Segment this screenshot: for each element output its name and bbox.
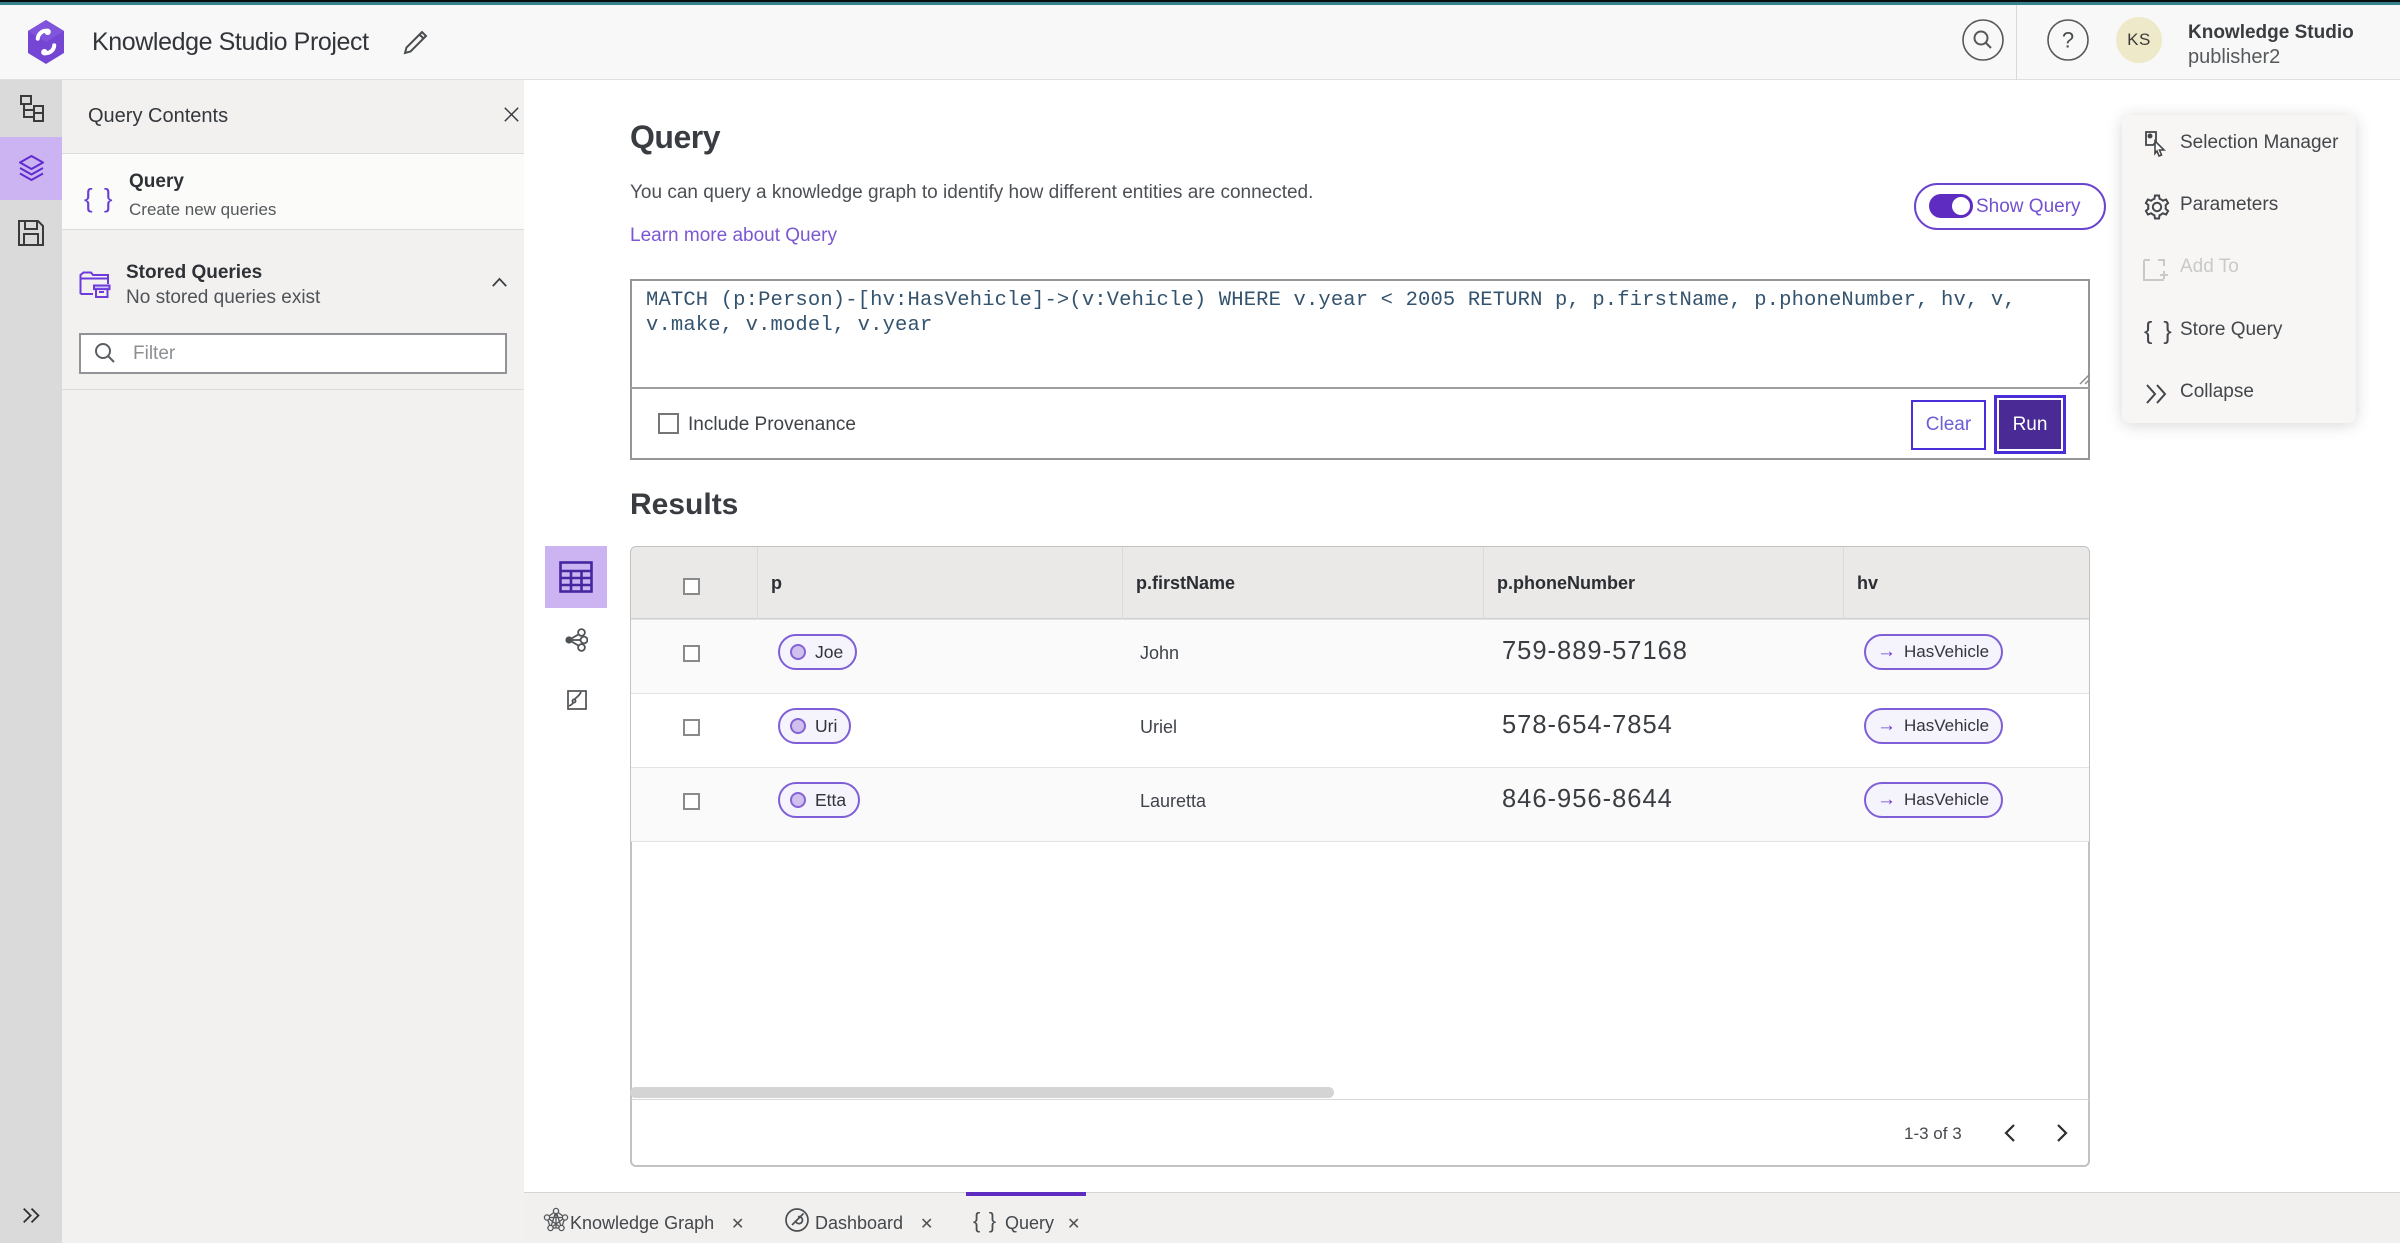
svg-text:?: ?	[2062, 28, 2074, 53]
